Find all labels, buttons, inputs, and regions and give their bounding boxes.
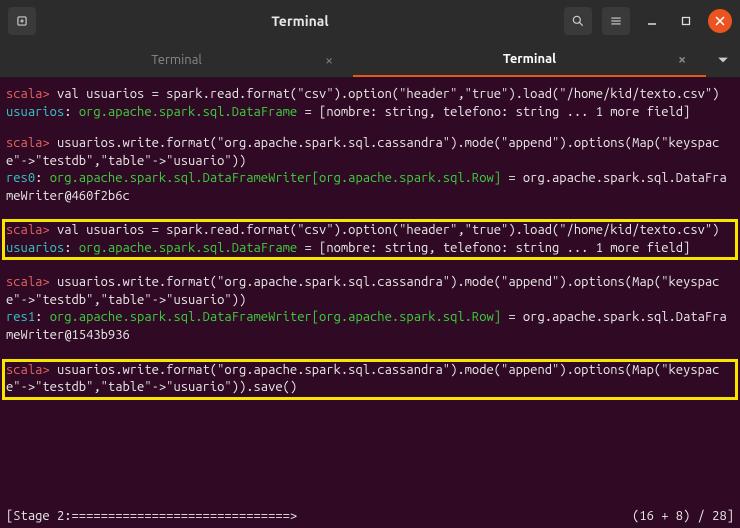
repl-command: usuarios.write.format("org.apache.spark.… — [6, 363, 719, 395]
result-type: org.apache.spark.sql.DataFrameWriter[org… — [50, 310, 501, 324]
result-value: = [nombre: string, telefono: string ... … — [297, 241, 690, 255]
tab-terminal-1[interactable]: Terminal × — [0, 42, 353, 77]
new-tab-button[interactable] — [8, 7, 36, 35]
stage-progress: (16 + 8) / 28] — [632, 508, 734, 526]
result-value: = [nombre: string, telefono: string ... … — [297, 105, 690, 119]
stage-label: [Stage 2:==============================> — [6, 508, 297, 526]
terminal-block: scala> usuarios.write.format("org.apache… — [6, 135, 734, 205]
result-type: org.apache.spark.sql.DataFrame — [79, 105, 297, 119]
repl-prompt: scala> — [6, 223, 50, 237]
highlighted-region: scala> val usuarios = spark.read.format(… — [2, 219, 738, 260]
tab-terminal-2[interactable]: Terminal × — [353, 42, 706, 77]
progress-status: [Stage 2:==============================>… — [6, 508, 734, 526]
close-button[interactable] — [708, 9, 732, 33]
repl-command: usuarios.write.format("org.apache.spark.… — [6, 275, 719, 307]
result-type: org.apache.spark.sql.DataFrameWriter[org… — [50, 171, 501, 185]
tabs-dropdown-button[interactable] — [706, 42, 740, 77]
window-title: Terminal — [44, 13, 556, 29]
result-variable: usuarios — [6, 241, 64, 255]
titlebar: Terminal — [0, 0, 740, 42]
repl-command: usuarios.write.format("org.apache.spark.… — [6, 136, 719, 168]
tab-label: Terminal — [151, 53, 202, 67]
result-variable: res1 — [6, 310, 35, 324]
search-button[interactable] — [564, 7, 592, 35]
maximize-button[interactable] — [674, 9, 698, 33]
menu-button[interactable] — [602, 7, 630, 35]
repl-prompt: scala> — [6, 363, 50, 377]
highlighted-region: scala> usuarios.write.format("org.apache… — [2, 359, 738, 400]
minimize-button[interactable] — [640, 9, 664, 33]
tab-label: Terminal — [503, 52, 556, 66]
result-variable: usuarios — [6, 105, 64, 119]
repl-prompt: scala> — [6, 87, 50, 101]
close-icon[interactable]: × — [678, 51, 686, 67]
terminal-block: scala> usuarios.write.format("org.apache… — [6, 274, 734, 344]
close-icon[interactable]: × — [325, 52, 333, 68]
result-variable: res0 — [6, 171, 35, 185]
repl-prompt: scala> — [6, 136, 50, 150]
terminal-block: scala> val usuarios = spark.read.format(… — [6, 86, 734, 121]
repl-command: val usuarios = spark.read.format("csv").… — [50, 223, 720, 237]
tab-bar: Terminal × Terminal × — [0, 42, 740, 78]
repl-prompt: scala> — [6, 275, 50, 289]
result-type: org.apache.spark.sql.DataFrame — [79, 241, 297, 255]
terminal-body[interactable]: scala> val usuarios = spark.read.format(… — [0, 78, 740, 528]
repl-command: val usuarios = spark.read.format("csv").… — [50, 87, 720, 101]
